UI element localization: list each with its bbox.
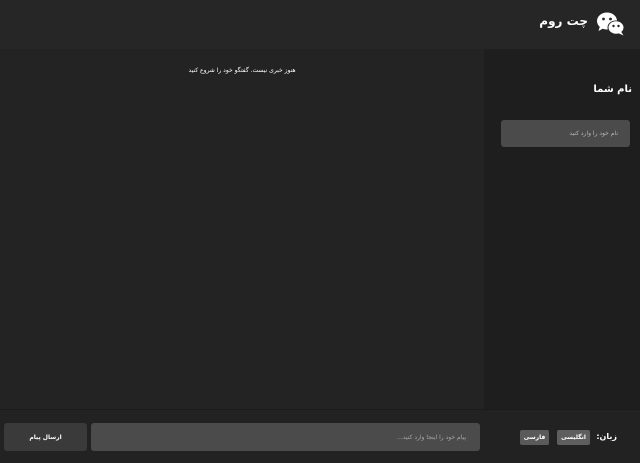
send-message-button[interactable]: ارسال پیام (4, 423, 87, 451)
app-header: چت روم (0, 0, 640, 49)
message-input[interactable] (91, 423, 480, 451)
app-title: چت روم (539, 14, 588, 28)
language-persian-button[interactable]: فارسی (520, 430, 549, 445)
chat-messages-area: هنوز خبری نیست. گفتگو خود را شروع کنید (0, 49, 484, 409)
name-input[interactable] (501, 120, 630, 147)
empty-chat-message: هنوز خبری نیست. گفتگو خود را شروع کنید (188, 67, 296, 74)
your-name-title: نام شما (593, 84, 632, 95)
language-label: زبان: (596, 432, 617, 441)
footer-bar: ارسال پیام فارسی انگلیسی زبان: (0, 409, 640, 463)
wechat-icon (597, 12, 625, 36)
language-english-button[interactable]: انگلیسی (557, 430, 590, 445)
sidebar: نام شما (484, 49, 640, 409)
